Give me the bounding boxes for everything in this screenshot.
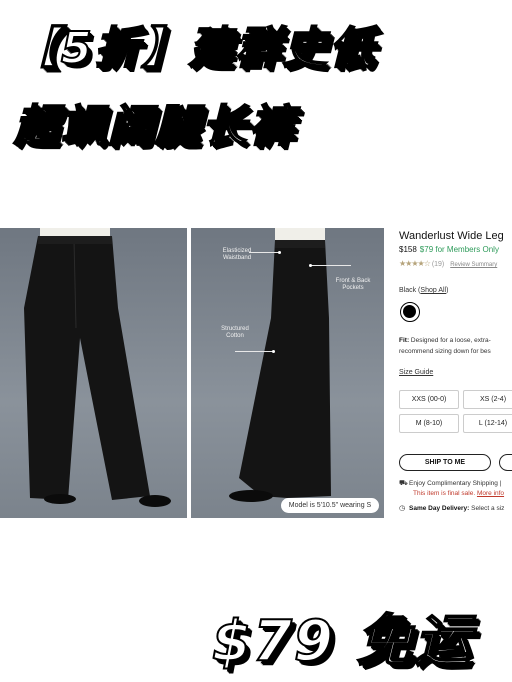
product-name: Wanderlust Wide Leg — [399, 230, 504, 242]
shipping-text: Enjoy Complimentary Shipping | — [409, 480, 502, 487]
review-count: (19) — [431, 261, 445, 268]
fit-label: Fit: — [399, 337, 410, 344]
final-sale-text: This item is final sale. — [413, 490, 476, 497]
callout-waistband-line — [249, 252, 279, 253]
size-option-m[interactable]: M (8-10) — [399, 414, 459, 433]
member-price: $79 for Members Only — [419, 245, 499, 254]
price-row: $158 $79 for Members Only — [399, 245, 499, 254]
callout-pockets-dot — [309, 264, 312, 267]
product-page-screenshot: Elasticized Waistband Front & Back Pocke… — [0, 228, 512, 520]
color-label: Black (Shop All) — [399, 287, 448, 294]
same-day-label: Same Day Delivery: — [409, 505, 470, 512]
final-sale-notice: This item is final sale. More info — [413, 490, 504, 497]
same-day-text: Select a siz — [471, 505, 505, 512]
fit-text-line2: recommend sizing down for bes — [399, 348, 491, 355]
price-overlay: $79 免运 — [211, 608, 473, 675]
size-option-xs[interactable]: XS (2-4) — [463, 390, 512, 409]
callout-waistband: Elasticized Waistband — [222, 248, 252, 261]
callout-pockets: Front & Back Pockets — [335, 278, 371, 291]
headline-line2: 超飒阔腿长裤 — [13, 100, 296, 153]
size-guide-link[interactable]: Size Guide — [399, 369, 433, 376]
pickup-option-button[interactable] — [499, 454, 512, 471]
size-option-xxs[interactable]: XXS (00-0) — [399, 390, 459, 409]
callout-pockets-line — [311, 265, 351, 266]
color-name: Black ( — [399, 287, 421, 294]
clock-icon: ◷ — [399, 505, 406, 512]
truck-icon: ⛟ — [399, 480, 408, 487]
pants-front-illustration — [24, 228, 171, 507]
callout-cotton-line — [235, 351, 273, 352]
swatch-fill — [403, 305, 416, 318]
shipping-info: ⛟Enjoy Complimentary Shipping | — [399, 479, 501, 488]
callout-cotton: Structured Cotton — [221, 326, 249, 339]
more-info-link[interactable]: More info — [477, 490, 504, 497]
product-photo-front[interactable] — [0, 228, 187, 518]
shop-all-link[interactable]: Shop All — [420, 287, 446, 294]
size-option-l[interactable]: L (12-14) — [463, 414, 512, 433]
color-close-paren: ) — [446, 287, 449, 294]
fit-text-line1: Designed for a loose, extra- — [410, 337, 491, 344]
callout-waistband-dot — [278, 251, 281, 254]
review-summary-link[interactable]: Review Summary — [450, 262, 497, 268]
same-day-delivery: ◷ Same Day Delivery: Select a siz — [399, 504, 504, 512]
ship-to-me-button[interactable]: SHIP TO ME — [399, 454, 491, 471]
callout-cotton-dot — [272, 350, 275, 353]
headline-line1: 【5折】建群史低 — [13, 22, 377, 75]
color-swatch-black[interactable] — [400, 302, 420, 322]
model-info-badge: Model is 5'10.5" wearing S — [281, 498, 379, 513]
regular-price: $158 — [399, 245, 417, 254]
product-info-panel: Wanderlust Wide Leg $158 $79 for Members … — [399, 228, 512, 520]
rating-stars: ★★★★☆ — [399, 259, 431, 268]
pants-side-illustration — [229, 228, 331, 502]
fit-description: Fit: Designed for a loose, extra- recomm… — [399, 335, 512, 357]
rating-row: ★★★★☆ (19) Review Summary — [399, 259, 497, 268]
product-photo-side[interactable]: Elasticized Waistband Front & Back Pocke… — [191, 228, 384, 518]
